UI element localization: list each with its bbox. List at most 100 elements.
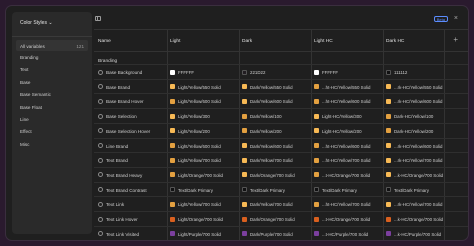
variable-name[interactable]: Line Brand: [106, 144, 128, 149]
color-variable-icon: [98, 128, 103, 134]
table-row[interactable]: Text Link Light/Yellow/700 Solid Dark/Yell…: [94, 196, 468, 211]
color-swatch: [170, 216, 175, 222]
color-swatch: [386, 157, 391, 163]
table-row[interactable]: Text Link Visited Light/Purple/700 Solid D…: [94, 225, 468, 240]
color-swatch: [314, 69, 319, 75]
color-swatch: [170, 143, 175, 148]
color-swatch: [242, 157, 247, 163]
value-label: ...ht-HC/Yellow/600 Solid: [322, 99, 371, 105]
color-variable-icon: [98, 187, 103, 193]
sidebar-item-group[interactable]: Base Semantic: [20, 92, 51, 97]
color-swatch: [170, 172, 175, 178]
value-label: Text/Dark Primary: [322, 187, 357, 193]
column-header-name[interactable]: Name: [98, 39, 111, 44]
table-row[interactable]: Base Brand Light/Yellow/550 Solid Dark/Yel…: [94, 78, 468, 94]
sidebar-item-group[interactable]: Branding: [20, 55, 38, 60]
variable-name[interactable]: Text Link: [106, 202, 124, 207]
column-header-light-hc[interactable]: Light HC: [314, 39, 333, 44]
sidebar-item-group[interactable]: Base: [20, 80, 30, 85]
color-variable-icon: [98, 157, 103, 163]
variable-name[interactable]: Text Brand Heavy: [106, 173, 142, 178]
close-icon[interactable]: ×: [454, 15, 458, 22]
color-swatch: [314, 143, 319, 148]
value-label: Light/Yellow/600 Solid: [178, 99, 221, 105]
value-label: ...rk-HC/Yellow/700 Solid: [394, 158, 443, 164]
color-swatch: [242, 216, 247, 222]
variable-count: 121: [76, 44, 84, 49]
color-variable-icon: [98, 201, 103, 207]
variable-name[interactable]: Base Selection: [106, 114, 137, 119]
variable-name[interactable]: Base Selection Hover: [106, 129, 150, 134]
value-label: ...rk-HC/Yellow/700 Solid: [394, 202, 443, 208]
color-swatch: [386, 113, 391, 119]
table-header: Name Light Dark Light HC Dark HC: [94, 30, 468, 52]
add-mode-button[interactable]: +: [453, 36, 458, 44]
color-swatch: [386, 69, 391, 75]
table-row[interactable]: Text Brand Contrast Text/Dark Primary Text…: [94, 181, 468, 197]
table-row[interactable]: Text Brand Heavy Light/Orange/700 Solid Da…: [94, 166, 468, 182]
table-row[interactable]: Base Selection Hover Light/Yellow/200 Dark…: [94, 122, 468, 138]
table-row[interactable]: Base Brand Hover Light/Yellow/600 Solid Da…: [94, 93, 468, 108]
value-label: Light/Yellow/550 Solid: [178, 84, 221, 90]
value-label: Dark/Yellow/700 Solid: [250, 202, 293, 208]
column-header-light[interactable]: Light: [170, 39, 180, 44]
table-row[interactable]: Text Brand Light/Yellow/700 Solid Dark/Yel…: [94, 152, 468, 167]
color-swatch: [242, 128, 247, 134]
value-label: Light/Orange/700 Solid: [178, 217, 223, 222]
color-variable-icon: [98, 69, 103, 75]
sidebar-item-group[interactable]: Text: [20, 67, 28, 72]
color-swatch: [242, 201, 247, 207]
color-swatch: [170, 157, 175, 163]
variable-name[interactable]: Text Brand: [106, 158, 128, 163]
value-label: ...rk-HC/Yellow/600 Solid: [394, 143, 443, 149]
color-swatch: [386, 172, 391, 178]
sidebar-item-group[interactable]: Line: [20, 117, 29, 122]
color-variable-icon: [98, 143, 103, 148]
variable-name[interactable]: Text Brand Contrast: [106, 188, 147, 193]
table-row[interactable]: Text Link Hover Light/Orange/700 Solid Dar…: [94, 211, 468, 226]
color-styles-window: Color Styles ⌄ All variables 121 Brandin…: [6, 6, 468, 240]
variable-name[interactable]: Base Brand: [106, 85, 130, 90]
sidebar-toggle-icon[interactable]: [95, 16, 101, 21]
value-label: ...t-HC/Purple/700 Solid: [322, 231, 369, 237]
value-label: Dark/Yellow/550 Solid: [250, 84, 293, 90]
color-variable-icon: [98, 231, 103, 237]
color-variable-icon: [98, 98, 103, 104]
color-swatch: [170, 201, 175, 207]
color-swatch: [170, 84, 175, 90]
variable-name[interactable]: Base Background: [106, 70, 142, 75]
variable-name[interactable]: Base Brand Hover: [106, 99, 144, 104]
sidebar-item-group[interactable]: Misc: [20, 142, 29, 147]
value-label: Dark/Yellow/600 Solid: [250, 143, 293, 149]
color-variable-icon: [98, 84, 103, 90]
value-label: ...t-HC/Orange/700 Solid: [322, 217, 371, 222]
toolbar: Beta ×: [94, 6, 468, 30]
value-label: ...k-HC/Purple/700 Solid: [394, 231, 442, 237]
collection-dropdown[interactable]: Color Styles ⌄: [20, 20, 53, 26]
value-label: Light/Yellow/700 Solid: [178, 158, 221, 164]
color-swatch: [314, 128, 319, 134]
value-label: Text/Dark Primary: [250, 187, 285, 193]
value-label: Dark/Purple/700 Solid: [250, 231, 293, 237]
value-label: Dark/Yellow/100: [250, 114, 282, 120]
value-label: Dark/Yellow/600 Solid: [250, 99, 293, 105]
variable-name[interactable]: Text Link Hover: [106, 217, 138, 222]
value-label: ...rk-HC/Yellow/600 Solid: [394, 99, 443, 105]
color-swatch: [242, 172, 247, 178]
table-row[interactable]: Base Selection Light/Yellow/300 Dark/Yello…: [94, 108, 468, 123]
value-label: 111112: [394, 70, 408, 75]
color-variable-icon: [98, 113, 103, 119]
color-swatch: [386, 231, 391, 237]
sidebar-item-group[interactable]: Effect: [20, 129, 32, 134]
table-row[interactable]: Line Brand Light/Yellow/600 Solid Dark/Yel…: [94, 137, 468, 153]
table-row[interactable]: Base Background FFFFFF 221D22 FFFFFF 111112: [94, 64, 468, 79]
column-header-dark-hc[interactable]: Dark HC: [386, 39, 404, 44]
column-header-dark[interactable]: Dark: [242, 39, 252, 44]
variable-name[interactable]: Text Link Visited: [106, 232, 139, 237]
beta-badge: Beta: [433, 16, 448, 22]
color-swatch: [386, 216, 391, 222]
value-label: Light/Yellow/300: [178, 114, 210, 120]
chevron-down-icon: ⌄: [48, 20, 53, 26]
sidebar-item-all-label: All variables: [20, 44, 45, 49]
sidebar-item-group[interactable]: Base Float: [20, 105, 42, 110]
